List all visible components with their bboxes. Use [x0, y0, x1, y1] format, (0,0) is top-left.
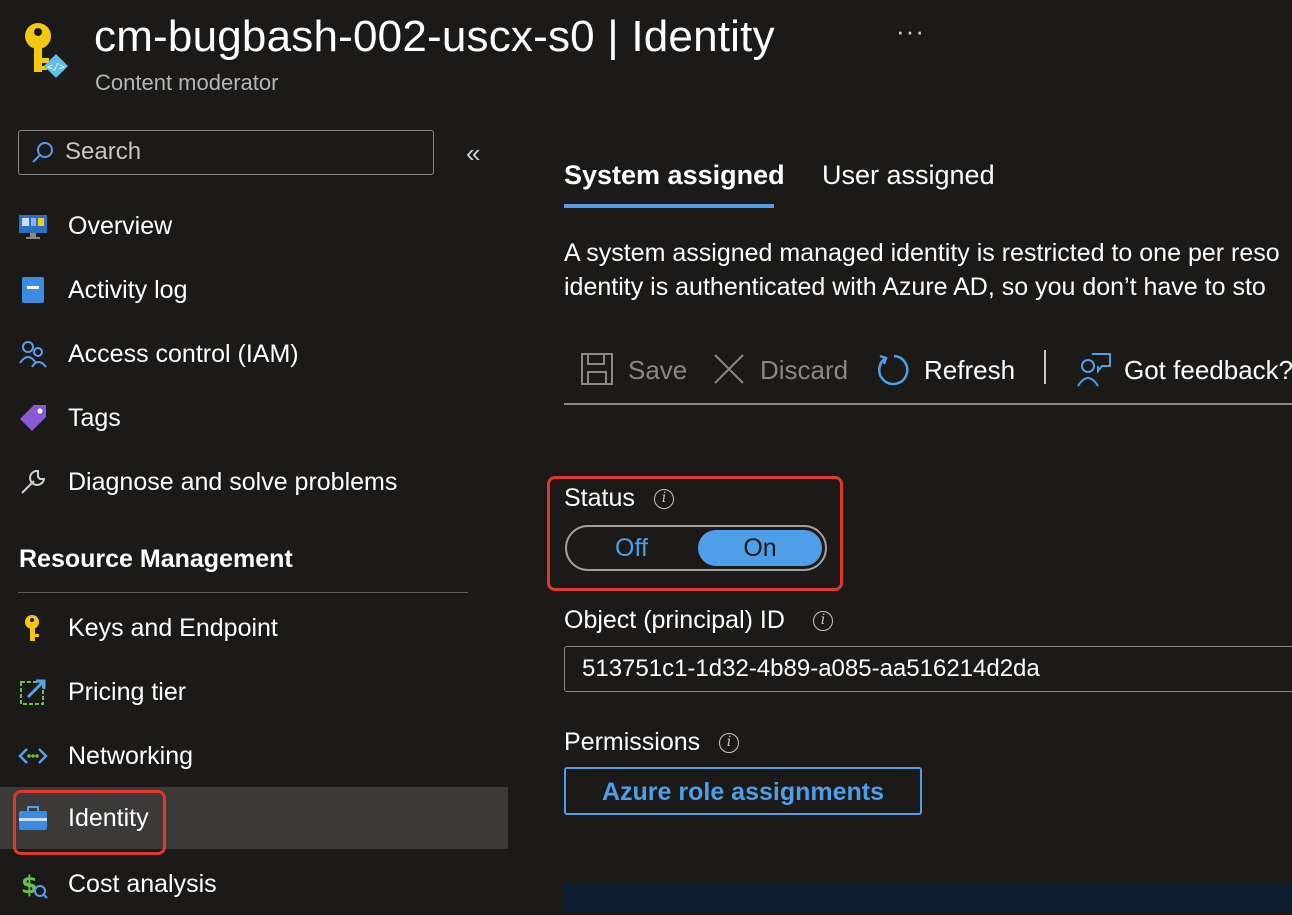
- toolbar-divider: [564, 403, 1292, 405]
- info-banner: [564, 883, 1292, 912]
- sidebar-item-label: Cost analysis: [68, 870, 217, 898]
- page-subtitle: Content moderator: [95, 70, 279, 95]
- sidebar-item-label: Keys and Endpoint: [68, 614, 278, 642]
- wrench-icon: [21, 469, 46, 494]
- sidebar-item-activity-log[interactable]: Activity log: [0, 259, 508, 321]
- svg-text:$: $: [21, 871, 38, 899]
- description-line: identity is authenticated with Azure AD,…: [564, 273, 1266, 301]
- permissions-label: Permissions: [564, 728, 701, 756]
- sidebar-item-label: Networking: [68, 742, 194, 770]
- sidebar-item-label: Overview: [68, 212, 173, 240]
- highlight-box-status: [547, 476, 843, 591]
- sidebar-item-label: Pricing tier: [68, 678, 187, 706]
- object-id-field[interactable]: 513751c1-1d32-4b89-a085-aa516214d2da: [564, 646, 1292, 692]
- info-icon[interactable]: i: [719, 733, 739, 753]
- more-options-icon[interactable]: ···: [896, 16, 925, 47]
- content-moderator-icon: </>: [20, 20, 72, 80]
- highlight-box-identity: [13, 790, 166, 855]
- collapse-sidebar-icon[interactable]: «: [466, 138, 480, 169]
- sidebar-item-pricing-tier[interactable]: Pricing tier: [0, 661, 508, 723]
- azure-role-assignments-button[interactable]: Azure role assignments: [564, 767, 922, 815]
- description-line: A system assigned managed identity is re…: [564, 239, 1280, 267]
- people-icon: [19, 341, 47, 368]
- feedback-icon: [1077, 353, 1111, 387]
- object-id-value: 513751c1-1d32-4b89-a085-aa516214d2da: [582, 655, 1040, 682]
- svg-text:</>: </>: [47, 62, 65, 73]
- active-tab-indicator: [564, 204, 774, 208]
- sidebar-item-diagnose[interactable]: Diagnose and solve problems: [0, 451, 508, 513]
- sidebar-item-label: Activity log: [68, 276, 188, 304]
- sidebar-item-label: Access control (IAM): [68, 340, 299, 368]
- refresh-icon: [878, 354, 909, 386]
- info-icon[interactable]: i: [813, 611, 833, 631]
- key-icon: [25, 615, 39, 641]
- feedback-label: Got feedback?: [1124, 355, 1292, 385]
- tab-system-assigned[interactable]: System assigned: [564, 158, 785, 192]
- overview-icon: [19, 215, 47, 239]
- sidebar-item-label: Tags: [68, 404, 121, 432]
- tag-icon: [20, 405, 46, 431]
- save-icon: [581, 353, 613, 385]
- sidebar-item-tags[interactable]: Tags: [0, 387, 508, 449]
- toolbar-separator: [1044, 350, 1046, 384]
- close-icon: [714, 354, 744, 384]
- activity-log-icon: [22, 277, 44, 303]
- sidebar-item-label: Diagnose and solve problems: [68, 468, 398, 496]
- save-label: Save: [628, 355, 688, 385]
- page-title: cm-bugbash-002-uscx-s0 | Identity: [94, 12, 775, 61]
- sidebar-item-overview[interactable]: Overview: [0, 195, 508, 257]
- networking-icon: [18, 748, 48, 764]
- search-box[interactable]: [18, 130, 434, 175]
- section-divider: [18, 592, 468, 593]
- sidebar-item-networking[interactable]: Networking: [0, 725, 508, 787]
- description: A system assigned managed identity is re…: [564, 236, 1280, 304]
- tab-user-assigned[interactable]: User assigned: [822, 158, 995, 192]
- object-id-label: Object (principal) ID: [564, 606, 785, 634]
- sidebar-item-cost-analysis[interactable]: $ Cost analysis: [0, 853, 508, 915]
- sidebar-item-keys-and-endpoint[interactable]: Keys and Endpoint: [0, 597, 508, 659]
- discard-label: Discard: [760, 355, 849, 385]
- section-title: Resource Management: [19, 545, 293, 573]
- search-icon: [32, 142, 53, 163]
- pricing-icon: [20, 679, 46, 705]
- refresh-label: Refresh: [924, 355, 1016, 385]
- search-input[interactable]: [65, 131, 425, 173]
- cost-icon: $: [21, 871, 48, 899]
- sidebar-item-access-control[interactable]: Access control (IAM): [0, 323, 508, 385]
